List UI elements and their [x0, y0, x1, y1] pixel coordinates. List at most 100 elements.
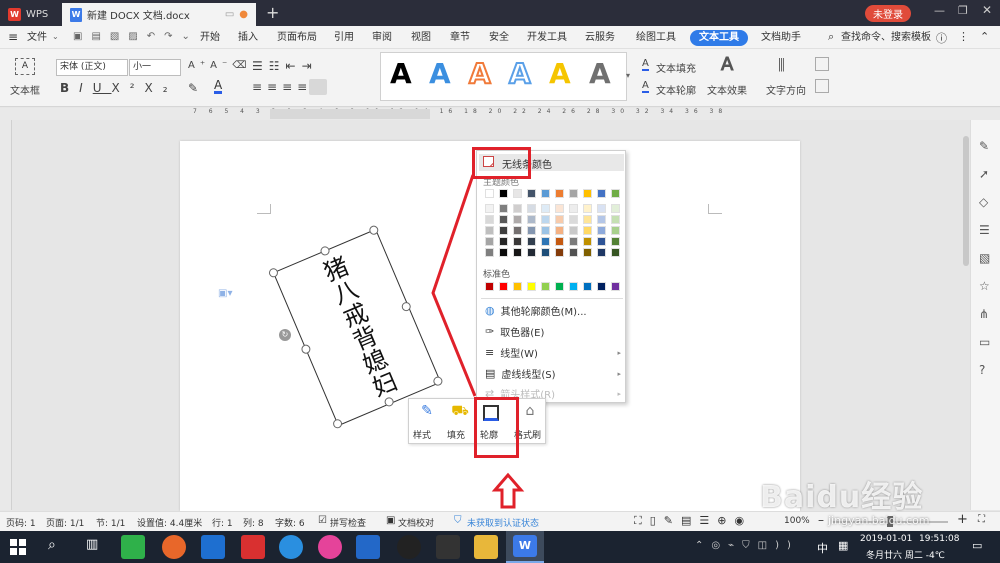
- format-painter-icon[interactable]: ⌂: [517, 403, 543, 419]
- color-swatch[interactable]: [541, 248, 550, 257]
- resize-handle[interactable]: [383, 395, 396, 408]
- menu-drawing-tools[interactable]: 绘图工具: [636, 30, 676, 46]
- line-type-item[interactable]: ≡ 线型(W) ▸: [485, 345, 621, 360]
- ime-indicator[interactable]: 中: [817, 540, 828, 556]
- color-swatch[interactable]: [485, 282, 494, 291]
- color-swatch[interactable]: [499, 215, 508, 224]
- more-outline-colors-item[interactable]: ◍ 其他轮廓颜色(M)...: [485, 303, 587, 318]
- resize-handle[interactable]: [400, 300, 413, 313]
- color-swatch[interactable]: [555, 215, 564, 224]
- resize-handle[interactable]: [367, 224, 380, 237]
- restore-icon[interactable]: ❐: [958, 4, 968, 17]
- resize-handle[interactable]: [331, 417, 344, 430]
- grid-tray-icon[interactable]: ▦: [838, 539, 848, 552]
- color-swatch[interactable]: [611, 282, 620, 291]
- font-name-select[interactable]: 宋体 (正文): [56, 59, 128, 76]
- color-swatch[interactable]: [513, 204, 522, 213]
- command-search[interactable]: 查找命令、搜索模板: [841, 30, 931, 46]
- paste-options-icon[interactable]: ▣▾: [218, 288, 232, 299]
- style-brush-icon[interactable]: ✎: [414, 403, 440, 419]
- color-swatch[interactable]: [569, 215, 578, 224]
- color-swatch[interactable]: [569, 248, 578, 257]
- sidebar-tool-icons[interactable]: ✎ ➚ ◇ ☰ ▧ ☆ ⋔ ▭?: [979, 132, 995, 384]
- help-icon[interactable]: ⓘ: [936, 30, 947, 46]
- more-icon[interactable]: ⋮: [958, 30, 969, 43]
- color-swatch[interactable]: [499, 189, 508, 198]
- menu-insert[interactable]: 插入: [238, 30, 258, 46]
- tray-icons[interactable]: ⌃◎⌁⛉◫)): [695, 540, 799, 551]
- style-sample-blue-outline[interactable]: A: [508, 56, 532, 91]
- rotate-handle-icon[interactable]: ↻: [279, 329, 291, 341]
- wechat-icon[interactable]: [121, 535, 145, 559]
- color-swatch[interactable]: [485, 189, 494, 198]
- align-grid-icon[interactable]: [815, 57, 829, 71]
- qq-icon[interactable]: [397, 535, 421, 559]
- close-icon[interactable]: ✕: [982, 3, 992, 17]
- menu-chapter[interactable]: 章节: [450, 30, 470, 46]
- color-swatch[interactable]: [611, 226, 620, 235]
- document-tab[interactable]: W 新建 DOCX 文档.docx ▭ ●: [62, 3, 256, 26]
- color-swatch[interactable]: [499, 204, 508, 213]
- login-button[interactable]: 未登录: [865, 5, 911, 22]
- collapse-ribbon-icon[interactable]: ⌃: [980, 30, 989, 43]
- color-swatch[interactable]: [583, 226, 592, 235]
- hamburger-icon[interactable]: ≡: [8, 30, 18, 44]
- color-swatch[interactable]: [541, 226, 550, 235]
- text-fill-button[interactable]: 文本填充: [656, 60, 696, 75]
- color-swatch[interactable]: [611, 248, 620, 257]
- color-swatch[interactable]: [583, 282, 592, 291]
- color-swatch[interactable]: [527, 237, 536, 246]
- style-sample-gray[interactable]: A: [589, 57, 611, 90]
- text-direction-button[interactable]: 文字方向: [766, 82, 806, 97]
- color-swatch[interactable]: [499, 226, 508, 235]
- text-outline-button[interactable]: 文本轮廓: [656, 82, 696, 97]
- style-sample-gold[interactable]: A: [549, 57, 571, 90]
- menu-view[interactable]: 视图: [411, 30, 431, 46]
- font-format-icons[interactable]: BIUX²X₂: [60, 81, 178, 95]
- style-button[interactable]: 样式: [413, 428, 431, 441]
- color-swatch[interactable]: [583, 189, 592, 198]
- alignment-icons[interactable]: ≡≡≡≡: [252, 80, 312, 94]
- text-effect-button[interactable]: 文本效果: [707, 82, 747, 97]
- gallery-more-icon[interactable]: ▾: [626, 71, 630, 80]
- quick-access-icons[interactable]: ▣▤▧▨↶↷⌄: [73, 31, 199, 42]
- color-swatch[interactable]: [499, 248, 508, 257]
- resize-handle[interactable]: [300, 343, 312, 356]
- color-swatch[interactable]: [597, 204, 606, 213]
- highlight-icon[interactable]: ✎: [188, 81, 198, 95]
- chrome-like-icon[interactable]: [318, 535, 342, 559]
- dash-type-item[interactable]: ▤ 虚线线型(S) ▸: [485, 366, 621, 381]
- color-swatch[interactable]: [527, 248, 536, 257]
- tab-display-icon[interactable]: ▭: [225, 9, 234, 20]
- browser-orange-icon[interactable]: [162, 535, 186, 559]
- menu-start[interactable]: 开始: [200, 30, 220, 46]
- fill-button[interactable]: 填充: [447, 428, 465, 441]
- color-swatch[interactable]: [555, 248, 564, 257]
- app-dark-icon[interactable]: [436, 535, 460, 559]
- file-explorer-icon[interactable]: [474, 535, 498, 559]
- color-swatch[interactable]: [569, 282, 578, 291]
- search-icon[interactable]: ⌕: [828, 30, 834, 44]
- menu-page-layout[interactable]: 页面布局: [277, 30, 317, 46]
- color-swatch[interactable]: [541, 215, 550, 224]
- chevron-down-icon[interactable]: ⌄: [52, 32, 59, 41]
- color-swatch[interactable]: [485, 204, 494, 213]
- color-swatch[interactable]: [485, 226, 494, 235]
- new-tab-plus-icon[interactable]: +: [266, 3, 279, 22]
- style-sample-blue[interactable]: A: [429, 57, 451, 90]
- eyedropper-item[interactable]: ✑ 取色器(E): [485, 324, 544, 339]
- color-swatch[interactable]: [541, 204, 550, 213]
- notification-icon[interactable]: ▭: [972, 539, 982, 552]
- vertical-ruler[interactable]: [0, 120, 12, 510]
- font-color-icon[interactable]: A: [214, 79, 223, 94]
- vertical-scrollbar-thumb[interactable]: [963, 136, 969, 266]
- font-size-select[interactable]: 小一: [129, 59, 181, 76]
- color-swatch[interactable]: [555, 282, 564, 291]
- color-swatch[interactable]: [569, 226, 578, 235]
- text-box-link-icon[interactable]: [815, 79, 829, 93]
- search-icon[interactable]: ⌕: [48, 537, 56, 553]
- store-icon[interactable]: [201, 535, 225, 559]
- resize-handle[interactable]: [267, 266, 280, 279]
- color-swatch[interactable]: [513, 215, 522, 224]
- color-swatch[interactable]: [611, 189, 620, 198]
